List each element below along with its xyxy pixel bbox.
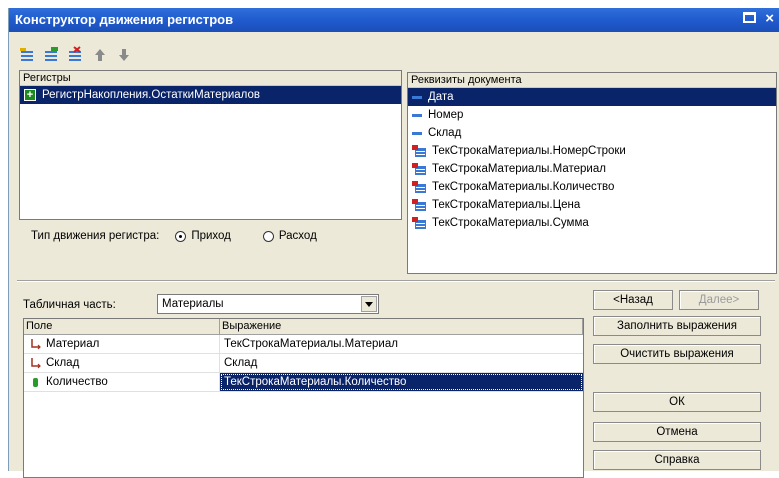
tabular-part-select[interactable]: Материалы [157,294,379,314]
move-down-icon[interactable] [115,46,133,64]
delete-register-icon[interactable] [67,46,85,64]
movement-type-income[interactable]: Приход [175,230,231,242]
doc-attrs-header: Реквизиты документа [408,73,776,88]
expression-cell[interactable]: ТекСтрокаМатериалы.Материал [220,335,583,353]
ok-button[interactable]: ОК [593,392,761,412]
tabular-part-label: Табличная часть: [23,299,116,311]
field-name: Количество [46,376,108,388]
doc-attr-label: ТекСтрокаМатериалы.Цена [432,199,581,211]
title-bar: Конструктор движения регистров × [9,8,779,32]
help-button[interactable]: Справка [593,450,761,470]
attribute-icon [412,113,422,117]
field-cell: Материал [24,335,220,353]
doc-attr-item[interactable]: ТекСтрокаМатериалы.Количество [408,178,776,196]
close-button[interactable]: × [765,10,774,27]
doc-attr-item[interactable]: ТекСтрокаМатериалы.Материал [408,160,776,178]
window-title: Конструктор движения регистров [15,12,234,27]
back-button[interactable]: <Назад [593,290,673,310]
tabular-attribute-icon [412,145,426,157]
doc-attr-item[interactable]: Склад [408,124,776,142]
radio-expense-label: Расход [278,230,317,242]
movement-type-expense[interactable]: Расход [262,230,317,242]
separator [17,280,775,282]
tabular-attribute-icon [412,217,426,229]
register-label: РегистрНакопления.ОстаткиМатериалов [42,89,261,101]
column-header-field[interactable]: Поле [24,319,220,334]
doc-attr-label: Номер [428,109,464,121]
doc-attr-item[interactable]: ТекСтрокаМатериалы.Цена [408,196,776,214]
table-header: Поле Выражение [24,319,583,335]
doc-attr-label: ТекСтрокаМатериалы.Сумма [432,217,589,229]
attribute-icon [412,95,422,99]
attribute-icon [412,131,422,135]
fields-table: Поле Выражение Материал ТекСтрокаМатериа… [23,318,584,478]
doc-attr-label: ТекСтрокаМатериалы.НомерСтроки [432,145,626,157]
radio-expense[interactable] [262,230,274,242]
resource-icon [33,378,38,387]
doc-attr-label: ТекСтрокаМатериалы.Материал [432,163,606,175]
dimension-icon [31,358,41,369]
table-row[interactable]: Материал ТекСтрокаМатериалы.Материал [24,335,583,354]
doc-attr-item[interactable]: Номер [408,106,776,124]
add-all-registers-icon[interactable] [43,46,61,64]
radio-income-label: Приход [191,230,231,242]
radio-income[interactable] [175,230,187,242]
doc-attr-label: Дата [428,91,454,103]
add-register-icon[interactable] [19,46,37,64]
doc-attrs-panel: Реквизиты документа Дата Номер Склад Тек… [407,72,777,274]
dimension-icon [31,339,41,350]
field-name: Материал [46,338,100,350]
expression-cell[interactable]: ТекСтрокаМатериалы.Количество [220,373,583,391]
field-name: Склад [46,357,80,369]
movement-type-group: Тип движения регистра: Приход Расход [31,230,317,242]
accumulation-register-icon: + [24,89,36,101]
next-button[interactable]: Далее> [679,290,759,310]
table-row[interactable]: Количество ТекСтрокаМатериалы.Количество [24,373,583,392]
column-header-expression[interactable]: Выражение [220,319,583,334]
toolbar [19,44,133,66]
cancel-button[interactable]: Отмена [593,422,761,442]
chevron-down-icon[interactable] [361,296,377,312]
tabular-part-value: Материалы [162,298,224,310]
registers-panel: Регистры + РегистрНакопления.ОстаткиМате… [19,70,402,220]
doc-attr-item[interactable]: Дата [408,88,776,106]
tabular-attribute-icon [412,199,426,211]
doc-attr-item[interactable]: ТекСтрокаМатериалы.НомерСтроки [408,142,776,160]
register-movements-dialog: Конструктор движения регистров × Регистр… [8,8,779,478]
registers-header: Регистры [20,71,401,86]
field-cell: Склад [24,354,220,372]
tabular-attribute-icon [412,163,426,175]
maximize-button[interactable] [743,12,756,23]
movement-type-label: Тип движения регистра: [31,230,160,242]
doc-attr-label: Склад [428,127,462,139]
doc-attr-item[interactable]: ТекСтрокаМатериалы.Сумма [408,214,776,232]
fill-expressions-button[interactable]: Заполнить выражения [593,316,761,336]
doc-attr-label: ТекСтрокаМатериалы.Количество [432,181,615,193]
table-row[interactable]: Склад Склад [24,354,583,373]
clear-expressions-button[interactable]: Очистить выражения [593,344,761,364]
register-item[interactable]: + РегистрНакопления.ОстаткиМатериалов [20,86,401,104]
tabular-attribute-icon [412,181,426,193]
field-cell: Количество [24,373,220,391]
expression-cell[interactable]: Склад [220,354,583,372]
move-up-icon[interactable] [91,46,109,64]
